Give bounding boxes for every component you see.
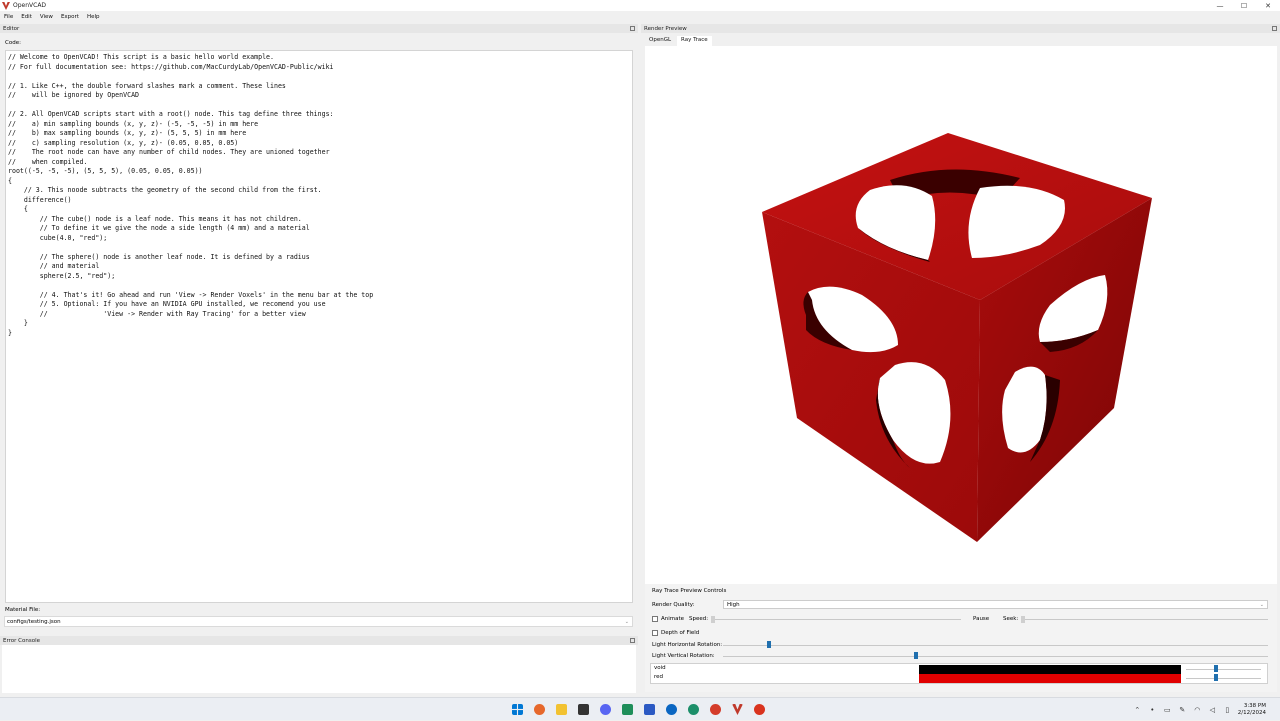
code-editor[interactable]: // Welcome to OpenVCAD! This script is a… xyxy=(5,50,633,603)
red-opacity-slider[interactable] xyxy=(1186,678,1261,679)
code-label: Code: xyxy=(5,40,21,46)
tab-ray-trace[interactable]: Ray Trace xyxy=(677,36,712,46)
microphone-icon[interactable]: • xyxy=(1148,705,1157,714)
file-explorer-icon[interactable] xyxy=(556,704,567,715)
firefox-icon[interactable] xyxy=(534,704,545,715)
keyboard-icon[interactable]: ▭ xyxy=(1163,705,1172,714)
red-opacity-handle[interactable] xyxy=(1214,674,1218,681)
menu-bar: File Edit View Export Help xyxy=(0,12,1280,22)
material-name-red: red xyxy=(654,674,664,680)
material-color-red[interactable] xyxy=(919,674,1181,683)
ray-trace-controls: Ray Trace Preview Controls Render Qualit… xyxy=(645,584,1277,692)
animate-label: Animate xyxy=(661,616,685,622)
material-file-label: Material File: xyxy=(5,607,41,613)
minimize-button[interactable]: — xyxy=(1208,0,1232,11)
app-icon-chrome[interactable] xyxy=(754,704,765,715)
app-icon-red[interactable] xyxy=(710,704,721,715)
wifi-icon[interactable]: ◠ xyxy=(1193,705,1202,714)
speed-label: Speed: xyxy=(689,616,709,622)
app-icon-shield[interactable] xyxy=(644,704,655,715)
tab-opengl[interactable]: OpenGL xyxy=(645,36,675,46)
speed-slider-handle[interactable] xyxy=(711,616,715,623)
render-quality-label: Render Quality: xyxy=(652,602,695,608)
taskbar: ⌃ • ▭ ✎ ◠ ◁ ▯ 3:38 PM 2/12/2024 xyxy=(0,697,1280,720)
openvcad-logo-icon xyxy=(2,1,10,10)
seek-slider-handle[interactable] xyxy=(1021,616,1025,623)
speed-slider[interactable] xyxy=(711,619,961,620)
clock[interactable]: 3:38 PM 2/12/2024 xyxy=(1238,703,1266,717)
seek-slider[interactable] xyxy=(1021,619,1268,620)
pause-button[interactable]: Pause xyxy=(973,616,989,622)
clock-date: 2/12/2024 xyxy=(1237,709,1266,716)
system-tray: ⌃ • ▭ ✎ ◠ ◁ ▯ 3:38 PM 2/12/2024 xyxy=(1133,698,1280,721)
light-vertical-slider[interactable] xyxy=(723,656,1268,657)
depth-of-field-checkbox[interactable] xyxy=(652,630,658,636)
title-bar: OpenVCAD — ☐ ✕ xyxy=(0,0,1280,11)
volume-icon[interactable]: ◁ xyxy=(1208,705,1217,714)
menu-file[interactable]: File xyxy=(4,14,13,20)
menu-edit[interactable]: Edit xyxy=(21,14,32,20)
material-name-void: void xyxy=(654,665,666,671)
error-console-title: Error Console xyxy=(3,637,40,644)
render-quality-select[interactable]: High ⌄ xyxy=(723,600,1268,609)
light-vertical-label: Light Vertical Rotation: xyxy=(652,653,715,659)
maximize-button[interactable]: ☐ xyxy=(1232,0,1256,11)
ray-trace-controls-title: Ray Trace Preview Controls xyxy=(652,588,727,594)
code-text[interactable]: // Welcome to OpenVCAD! This script is a… xyxy=(8,53,630,338)
light-horizontal-label: Light Horizontal Rotation: xyxy=(652,642,723,648)
menu-view[interactable]: View xyxy=(40,14,53,20)
chevron-up-icon[interactable]: ⌃ xyxy=(1133,705,1142,714)
editor-panel-header: Editor xyxy=(0,24,638,33)
depth-of-field-label: Depth of Field xyxy=(661,630,700,636)
close-button[interactable]: ✕ xyxy=(1256,0,1280,11)
window-title: OpenVCAD xyxy=(13,2,47,9)
seek-label: Seek: xyxy=(1003,616,1019,622)
chevron-down-icon[interactable]: ⌄ xyxy=(1260,602,1264,608)
openvcad-taskbar-icon[interactable] xyxy=(732,704,743,715)
menu-export[interactable]: Export xyxy=(61,14,79,20)
editor-float-button[interactable] xyxy=(630,26,635,31)
battery-icon[interactable]: ▯ xyxy=(1223,705,1232,714)
pen-icon[interactable]: ✎ xyxy=(1178,705,1187,714)
console-float-button[interactable] xyxy=(630,638,635,643)
light-vertical-handle[interactable] xyxy=(913,652,918,659)
render-preview-header: Render Preview xyxy=(641,24,1280,33)
render-quality-value: High xyxy=(727,601,740,608)
cube-render xyxy=(762,133,1152,542)
material-color-table: void red xyxy=(650,663,1268,684)
material-color-void[interactable] xyxy=(919,665,1181,674)
chevron-down-icon[interactable]: ⌄ xyxy=(625,619,629,625)
editor-panel-title: Editor xyxy=(3,25,20,32)
light-horizontal-handle[interactable] xyxy=(766,641,771,648)
menu-help[interactable]: Help xyxy=(87,14,100,20)
void-opacity-slider[interactable] xyxy=(1186,669,1261,670)
terminal-icon[interactable] xyxy=(578,704,589,715)
clock-time: 3:38 PM xyxy=(1243,702,1266,709)
animate-checkbox[interactable] xyxy=(652,616,658,622)
preview-float-button[interactable] xyxy=(1272,26,1277,31)
preview-tabs: OpenGL Ray Trace xyxy=(645,36,714,46)
window-controls: — ☐ ✕ xyxy=(1208,0,1280,11)
ray-trace-viewport[interactable] xyxy=(645,46,1277,584)
app-icon-green[interactable] xyxy=(622,704,633,715)
app-icon-teal[interactable] xyxy=(688,704,699,715)
void-opacity-handle[interactable] xyxy=(1214,665,1218,672)
light-horizontal-slider[interactable] xyxy=(723,645,1268,646)
app-icon-blue[interactable] xyxy=(666,704,677,715)
error-console-header: Error Console xyxy=(0,636,638,645)
discord-icon[interactable] xyxy=(600,704,611,715)
material-file-field[interactable]: configs/testing.json ⌄ xyxy=(4,616,633,627)
material-file-value: configs/testing.json xyxy=(7,618,61,625)
windows-start-icon[interactable] xyxy=(512,704,523,715)
render-preview-title: Render Preview xyxy=(644,25,687,32)
error-console[interactable] xyxy=(2,645,636,693)
